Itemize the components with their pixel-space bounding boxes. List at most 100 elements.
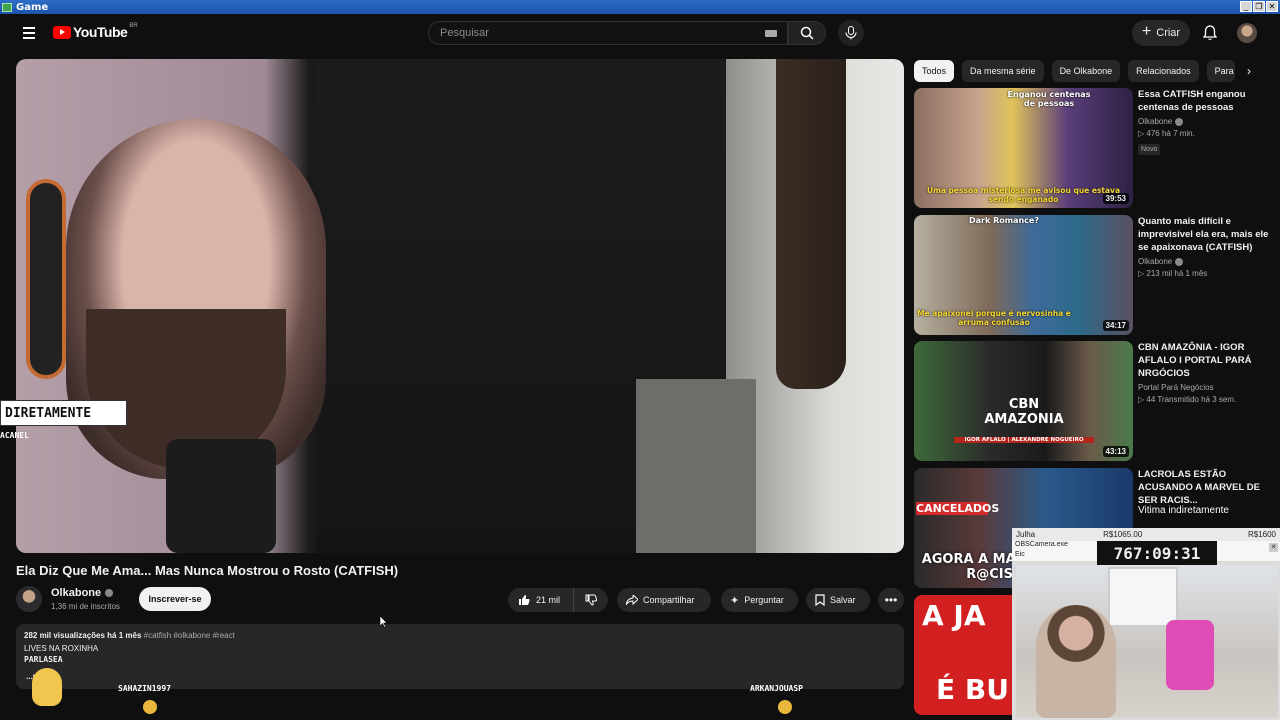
recommended-channel[interactable]: Olkabone bbox=[1138, 117, 1274, 126]
thumbnail-caption: Me apaixonei porque é nervosinha e arrum… bbox=[917, 309, 1071, 327]
plus-icon: + bbox=[1141, 23, 1152, 40]
chip-from-channel[interactable]: De Olkabone bbox=[1051, 60, 1121, 82]
search-icon bbox=[800, 26, 814, 40]
thumbnail-caption: CBN AMAZONIA bbox=[984, 397, 1064, 427]
video-thumbnail[interactable]: CBN AMAZONIA IGOR AFLALO | ALEXANDRE NOG… bbox=[914, 341, 1133, 461]
view-stats: 282 mil visualizações há 1 mês #catfish … bbox=[24, 631, 235, 640]
recommended-title[interactable]: Essa CATFISH enganou centenas de pessoas bbox=[1138, 88, 1274, 114]
create-label: Criar bbox=[1156, 27, 1181, 39]
sparkle-icon: ✦ bbox=[730, 594, 740, 607]
more-actions-button[interactable]: ••• bbox=[878, 588, 904, 612]
donation-bar: Julha R$1065.00 R$1600 bbox=[1012, 528, 1280, 541]
youtube-play-icon bbox=[53, 25, 71, 39]
recommended-channel[interactable]: Olkabone bbox=[1138, 257, 1274, 266]
donor-name: Julha bbox=[1016, 530, 1036, 539]
notifications-bell-icon[interactable] bbox=[1200, 23, 1220, 43]
video-thumbnail[interactable]: Dark Romance? Me apaixonei porque é nerv… bbox=[914, 215, 1133, 335]
logo-text: YouTube bbox=[73, 24, 128, 40]
video-thumbnail[interactable]: A JA É BU bbox=[914, 595, 1012, 715]
duck-emote bbox=[143, 700, 157, 714]
save-button[interactable]: Salvar bbox=[806, 588, 870, 612]
share-button[interactable]: Compartilhar bbox=[617, 588, 711, 612]
bookmark-icon bbox=[815, 594, 825, 606]
video-info: CBN AMAZÔNIA - IGOR AFLALO I PORTAL PARÁ… bbox=[1138, 341, 1274, 404]
window-controls: _ ❐ ✕ bbox=[1240, 1, 1278, 12]
window-titlebar: Game _ ❐ ✕ bbox=[0, 0, 1280, 14]
subscribe-button[interactable]: Inscrever-se bbox=[139, 587, 211, 611]
stream-donation-widget: Julha R$1065.00 R$1600 OBSCamera.exe Eic… bbox=[1012, 528, 1280, 720]
chip-same-series[interactable]: Da mesma série bbox=[962, 60, 1044, 82]
duck-emote bbox=[778, 700, 792, 714]
search-button[interactable] bbox=[788, 21, 826, 45]
webcam-feed bbox=[1016, 565, 1278, 718]
recommended-video[interactable]: Dark Romance? Me apaixonei porque é nerv… bbox=[914, 215, 1274, 335]
recommended-video[interactable]: CBN AMAZONIA IGOR AFLALO | ALEXANDRE NOG… bbox=[914, 341, 1274, 461]
hashtags[interactable]: #catfish #olkabone #react bbox=[144, 631, 235, 640]
video-player[interactable] bbox=[16, 59, 904, 553]
share-arrow-icon bbox=[626, 595, 638, 605]
account-avatar[interactable] bbox=[1237, 23, 1257, 43]
donation-amount: R$1065.00 bbox=[1103, 530, 1143, 539]
minimize-button[interactable]: _ bbox=[1240, 1, 1252, 12]
channel-name[interactable]: Olkabone bbox=[51, 587, 114, 599]
chip-for-you[interactable]: Para bbox=[1206, 60, 1235, 82]
views-date: 282 mil visualizações há 1 mês bbox=[24, 631, 142, 640]
dislike-button[interactable] bbox=[574, 594, 608, 606]
recommended-title[interactable]: LACROLAS ESTÃO ACUSANDO A MARVEL DE SER … bbox=[1138, 468, 1274, 507]
webcam-person bbox=[1036, 605, 1116, 718]
channel-name-text: Olkabone bbox=[1138, 117, 1173, 126]
masthead: YouTube BR Pesquisar + Criar bbox=[0, 14, 1280, 52]
donation-goal: R$1600 bbox=[1247, 530, 1276, 539]
ask-label: Perguntar bbox=[744, 595, 784, 605]
save-label: Salvar bbox=[830, 595, 856, 605]
recommended-video[interactable]: Enganou centenas de pessoas Uma pessoa m… bbox=[914, 88, 1274, 208]
keyboard-icon[interactable] bbox=[765, 30, 777, 37]
new-badge: Novo bbox=[1138, 144, 1161, 155]
thumbnail-caption: É BU bbox=[936, 673, 1009, 706]
thumbnail-caption: Dark Romance? bbox=[969, 216, 1039, 225]
channel-name-text: Olkabone bbox=[1138, 257, 1173, 266]
video-title: Ela Diz Que Me Ama... Mas Nunca Mostrou … bbox=[16, 563, 399, 578]
verified-icon bbox=[1175, 117, 1184, 126]
chip-related[interactable]: Relacionados bbox=[1128, 60, 1199, 82]
recommended-stats: ▷ 44 Transmitido há 3 sem. bbox=[1138, 395, 1237, 404]
like-button[interactable]: 21 mil bbox=[508, 588, 574, 612]
recommended-channel[interactable]: Portal Pará Negócios bbox=[1138, 383, 1274, 392]
video-info: Quanto mais difícil e imprevisível ela e… bbox=[1138, 215, 1274, 278]
thumbnail-caption: CANCELADOS bbox=[916, 502, 1000, 515]
thumbnail-caption: Uma pessoa misteriosa me avisou que esta… bbox=[926, 186, 1121, 204]
channel-name-text: Portal Pará Negócios bbox=[1138, 383, 1214, 392]
related-filter-chips: Todos Da mesma série De Olkabone Relacio… bbox=[914, 60, 1235, 82]
share-label: Compartilhar bbox=[643, 595, 695, 605]
ask-button[interactable]: ✦ Perguntar bbox=[721, 588, 798, 612]
description-box[interactable]: 282 mil visualizações há 1 mês #catfish … bbox=[16, 624, 904, 689]
video-thumbnail[interactable]: Enganou centenas de pessoas Uma pessoa m… bbox=[914, 88, 1133, 208]
chevron-right-icon[interactable]: › bbox=[1240, 62, 1258, 80]
recommended-title[interactable]: Quanto mais difícil e imprevisível ela e… bbox=[1138, 215, 1274, 254]
close-button[interactable]: ✕ bbox=[1266, 1, 1278, 12]
search-input[interactable]: Pesquisar bbox=[428, 21, 788, 45]
hamburger-menu-icon[interactable] bbox=[20, 23, 40, 43]
maximize-button[interactable]: ❐ bbox=[1253, 1, 1265, 12]
recommended-stats: ▷ 213 mil há 1 mês bbox=[1138, 269, 1208, 278]
video-duration: 34:17 bbox=[1102, 320, 1129, 331]
window-title: Game bbox=[16, 1, 49, 13]
channel-avatar[interactable] bbox=[16, 586, 42, 612]
description-line-2: PARLASEA bbox=[24, 655, 63, 664]
stream-overlay-label: DIRETAMENTE bbox=[0, 400, 127, 426]
description-line: LIVES NA ROXINHA bbox=[24, 644, 99, 653]
close-icon[interactable]: ✕ bbox=[1269, 543, 1278, 552]
channel-name-text: Olkabone bbox=[51, 587, 102, 599]
chip-todos[interactable]: Todos bbox=[914, 60, 955, 82]
voice-search-button[interactable] bbox=[838, 20, 864, 46]
youtube-logo[interactable]: YouTube BR bbox=[53, 23, 138, 40]
recommended-title[interactable]: CBN AMAZÔNIA - IGOR AFLALO I PORTAL PARÁ… bbox=[1138, 341, 1274, 380]
recommended-stats: ▷ 476 há 7 min. bbox=[1138, 129, 1195, 138]
app-icon bbox=[2, 2, 12, 12]
country-code: BR bbox=[129, 23, 138, 29]
create-button[interactable]: + Criar bbox=[1132, 20, 1190, 46]
chat-username: ARKANJOUASP bbox=[750, 684, 803, 693]
verified-icon bbox=[1175, 257, 1184, 266]
mouse-cursor-icon bbox=[380, 616, 388, 628]
microphone-icon bbox=[845, 26, 857, 40]
